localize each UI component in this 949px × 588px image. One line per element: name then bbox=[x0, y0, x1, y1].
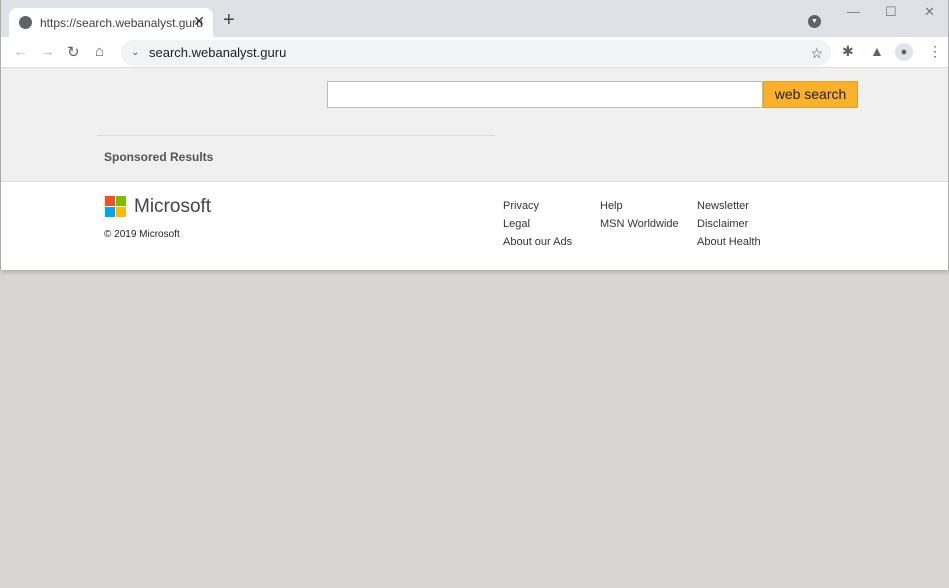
footer-column: Newsletter Disclaimer About Health bbox=[697, 197, 761, 251]
footer-column: Help MSN Worldwide bbox=[600, 197, 679, 233]
close-window-icon[interactable]: ✕ bbox=[924, 4, 935, 20]
legal-link[interactable]: Legal bbox=[503, 215, 572, 233]
extensions-icon[interactable]: ✱ bbox=[842, 43, 854, 60]
bookmark-star-icon[interactable]: ☆ bbox=[810, 40, 823, 66]
sponsored-results-heading: Sponsored Results bbox=[104, 150, 214, 164]
labs-flask-icon[interactable]: ▲ bbox=[870, 43, 884, 59]
chevron-down-icon[interactable]: ⌄ bbox=[131, 40, 139, 66]
url-text: search.webanalyst.guru bbox=[149, 45, 287, 60]
newsletter-link[interactable]: Newsletter bbox=[697, 197, 761, 215]
address-bar[interactable]: ⌄ search.webanalyst.guru ☆ bbox=[121, 40, 831, 66]
divider bbox=[97, 135, 495, 136]
forward-icon[interactable]: → bbox=[40, 43, 55, 60]
tab-title: https://search.webanalyst.guru bbox=[40, 15, 203, 30]
disclaimer-link[interactable]: Disclaimer bbox=[697, 215, 761, 233]
tab-search-icon[interactable]: ▼ bbox=[808, 15, 821, 28]
toolbar: ← → ↻ ⌂ ⌄ search.webanalyst.guru ☆ ✱ ▲ ●… bbox=[1, 37, 948, 68]
tab-active[interactable]: https://search.webanalyst.guru ✕ bbox=[9, 8, 213, 37]
new-tab-icon[interactable]: + bbox=[223, 9, 235, 32]
search-input[interactable] bbox=[327, 81, 763, 108]
globe-icon bbox=[19, 16, 32, 29]
menu-icon[interactable]: ⋮ bbox=[928, 43, 942, 60]
minimize-icon[interactable]: — bbox=[847, 4, 860, 19]
help-link[interactable]: Help bbox=[600, 197, 679, 215]
profile-icon[interactable]: ● bbox=[895, 43, 913, 61]
brand-name: Microsoft bbox=[134, 196, 212, 217]
home-icon[interactable]: ⌂ bbox=[95, 43, 104, 60]
privacy-link[interactable]: Privacy bbox=[503, 197, 572, 215]
footer: Microsoft © 2019 Microsoft Privacy Legal… bbox=[1, 181, 948, 270]
page-header: web search Sponsored Results bbox=[1, 68, 948, 181]
tab-bar: https://search.webanalyst.guru ✕ + ▼ — ☐… bbox=[1, 0, 948, 37]
microsoft-logo-icon bbox=[105, 196, 126, 217]
maximize-icon[interactable]: ☐ bbox=[885, 4, 897, 20]
about-health-link[interactable]: About Health bbox=[697, 233, 761, 251]
footer-column: Privacy Legal About our Ads bbox=[503, 197, 572, 251]
close-tab-icon[interactable]: ✕ bbox=[193, 13, 205, 30]
web-search-button[interactable]: web search bbox=[763, 81, 858, 108]
browser-window: https://search.webanalyst.guru ✕ + ▼ — ☐… bbox=[0, 0, 949, 270]
reload-icon[interactable]: ↻ bbox=[67, 43, 80, 61]
copyright: © 2019 Microsoft bbox=[104, 229, 180, 240]
back-icon[interactable]: ← bbox=[13, 43, 28, 60]
about-ads-link[interactable]: About our Ads bbox=[503, 233, 572, 251]
msn-worldwide-link[interactable]: MSN Worldwide bbox=[600, 215, 679, 233]
